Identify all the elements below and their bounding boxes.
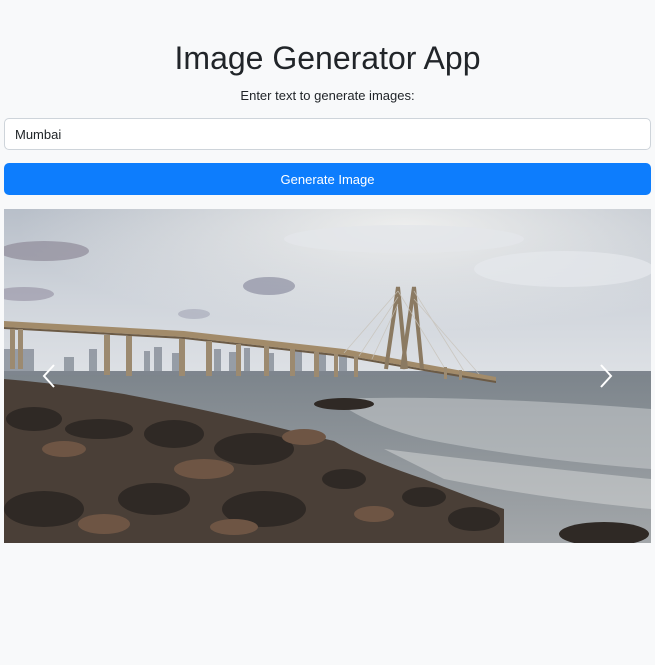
chevron-right-icon: [600, 364, 613, 388]
carousel-prev-button[interactable]: [4, 209, 94, 543]
image-carousel: [4, 209, 651, 543]
app-page: Image Generator App Enter text to genera…: [0, 0, 655, 665]
page-title: Image Generator App: [174, 40, 481, 76]
carousel-next-button[interactable]: [561, 209, 651, 543]
generated-image: [4, 209, 651, 543]
prompt-input[interactable]: [4, 118, 651, 150]
chevron-left-icon: [42, 364, 55, 388]
generate-image-button[interactable]: Generate Image: [4, 163, 651, 195]
input-instruction-label: Enter text to generate images:: [240, 88, 415, 103]
